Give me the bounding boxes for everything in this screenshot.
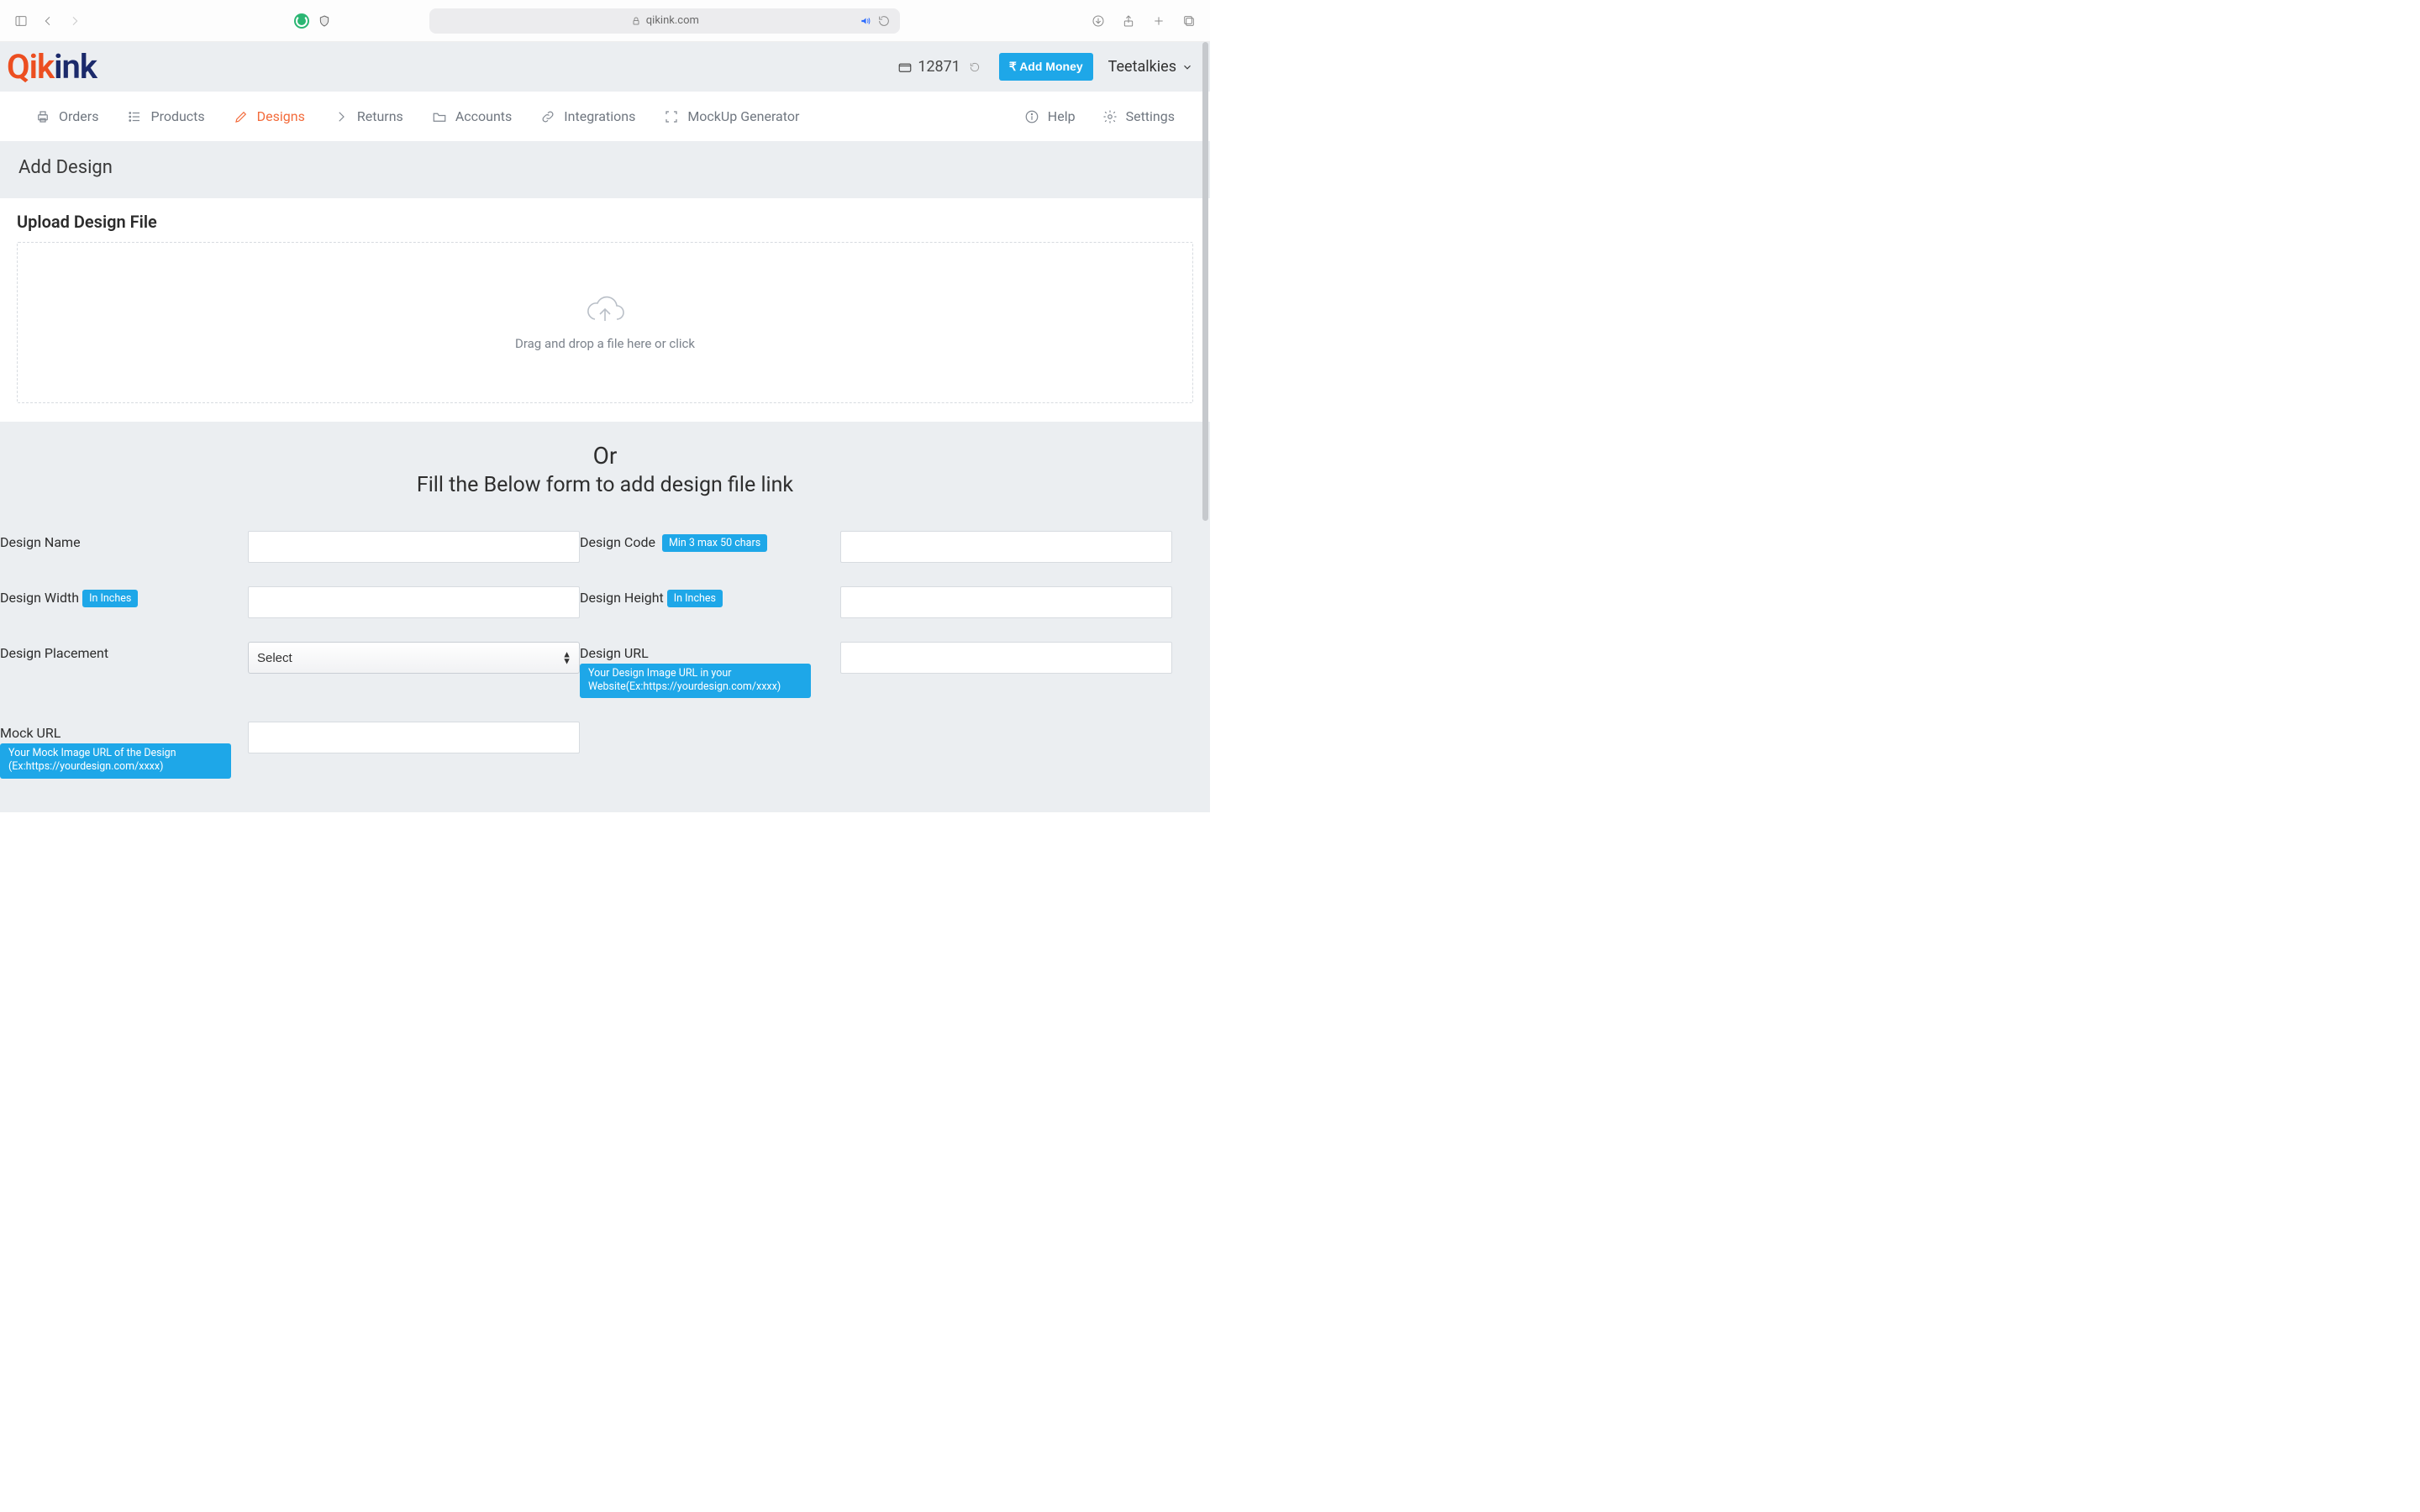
label-design-code: Design Code Min 3 max 50 chars xyxy=(580,531,840,552)
nav-designs[interactable]: Designs xyxy=(222,100,317,133)
select-design-placement[interactable]: Select xyxy=(248,642,580,674)
upload-section-title: Upload Design File xyxy=(17,212,1193,232)
browser-toolbar: qikink.com xyxy=(0,0,1210,42)
address-bar[interactable]: qikink.com xyxy=(429,8,900,34)
app-header: Qikink 12871 ₹ Add Money Teetalkies xyxy=(0,42,1210,92)
scrollbar-thumb[interactable] xyxy=(1202,42,1208,521)
label-design-url: Design URL Your Design Image URL in your… xyxy=(580,642,840,698)
info-icon xyxy=(1024,109,1039,124)
badge-height-unit: In Inches xyxy=(667,590,723,607)
badge-mock-url-hint: Your Mock Image URL of the Design (Ex:ht… xyxy=(0,743,231,778)
wallet-icon xyxy=(897,60,913,75)
nav-settings[interactable]: Settings xyxy=(1091,100,1186,133)
nav-returns[interactable]: Returns xyxy=(322,100,415,133)
page-title: Add Design xyxy=(0,142,1210,198)
link-icon xyxy=(540,109,555,124)
scrollbar[interactable] xyxy=(1201,42,1210,748)
user-menu[interactable]: Teetalkies xyxy=(1108,58,1193,76)
badge-design-url-hint: Your Design Image URL in your Website(Ex… xyxy=(580,664,811,698)
label-design-placement: Design Placement xyxy=(0,642,248,661)
tabs-overview-icon[interactable] xyxy=(1180,12,1198,30)
share-icon[interactable] xyxy=(1119,12,1138,30)
nav-help[interactable]: Help xyxy=(1013,100,1087,133)
chevron-right-icon xyxy=(334,109,349,124)
design-form: Design Name Design Code Min 3 max 50 cha… xyxy=(0,526,1210,812)
printer-icon xyxy=(35,109,50,124)
input-mock-url[interactable] xyxy=(248,722,580,753)
privacy-shield-icon[interactable] xyxy=(318,14,331,28)
label-mock-url: Mock URL Your Mock Image URL of the Desi… xyxy=(0,722,248,778)
input-design-height[interactable] xyxy=(840,586,1172,618)
url-host: qikink.com xyxy=(646,14,699,27)
nav-integrations[interactable]: Integrations xyxy=(529,100,647,133)
label-design-name: Design Name xyxy=(0,531,248,550)
nav-orders[interactable]: Orders xyxy=(24,100,110,133)
folder-icon xyxy=(432,109,447,124)
list-icon xyxy=(127,109,142,124)
frame-icon xyxy=(664,109,679,124)
nav-accounts[interactable]: Accounts xyxy=(420,100,523,133)
form-intro: Or Fill the Below form to add design fil… xyxy=(0,422,1210,526)
file-dropzone[interactable]: Drag and drop a file here or click xyxy=(17,242,1193,403)
input-design-name[interactable] xyxy=(248,531,580,563)
reload-icon[interactable] xyxy=(875,12,893,30)
grammarly-icon[interactable] xyxy=(294,13,309,29)
badge-design-code-hint: Min 3 max 50 chars xyxy=(662,534,767,552)
nav-mockup-generator[interactable]: MockUp Generator xyxy=(652,100,811,133)
gear-icon xyxy=(1102,109,1118,124)
cloud-upload-icon xyxy=(585,294,625,324)
input-design-width[interactable] xyxy=(248,586,580,618)
pencil-icon xyxy=(234,109,249,124)
label-design-height: Design HeightIn Inches xyxy=(580,586,840,607)
forward-icon xyxy=(66,12,84,30)
nav-products[interactable]: Products xyxy=(115,100,216,133)
add-money-button[interactable]: ₹ Add Money xyxy=(999,53,1093,81)
badge-width-unit: In Inches xyxy=(82,590,138,607)
dropzone-text: Drag and drop a file here or click xyxy=(515,336,695,351)
brand-logo[interactable]: Qikink xyxy=(5,47,97,87)
sidebar-toggle-icon[interactable] xyxy=(12,12,30,30)
audio-icon[interactable] xyxy=(860,15,871,27)
chevron-down-icon xyxy=(1181,61,1193,73)
back-icon[interactable] xyxy=(39,12,57,30)
input-design-code[interactable] xyxy=(840,531,1172,563)
main-nav: Orders Products Designs Returns Accounts… xyxy=(0,92,1210,142)
label-design-width: Design WidthIn Inches xyxy=(0,586,248,607)
new-tab-icon[interactable] xyxy=(1150,12,1168,30)
input-design-url[interactable] xyxy=(840,642,1172,674)
downloads-icon[interactable] xyxy=(1089,12,1107,30)
wallet-balance[interactable]: 12871 xyxy=(897,58,984,76)
wallet-refresh-icon[interactable] xyxy=(965,58,984,76)
